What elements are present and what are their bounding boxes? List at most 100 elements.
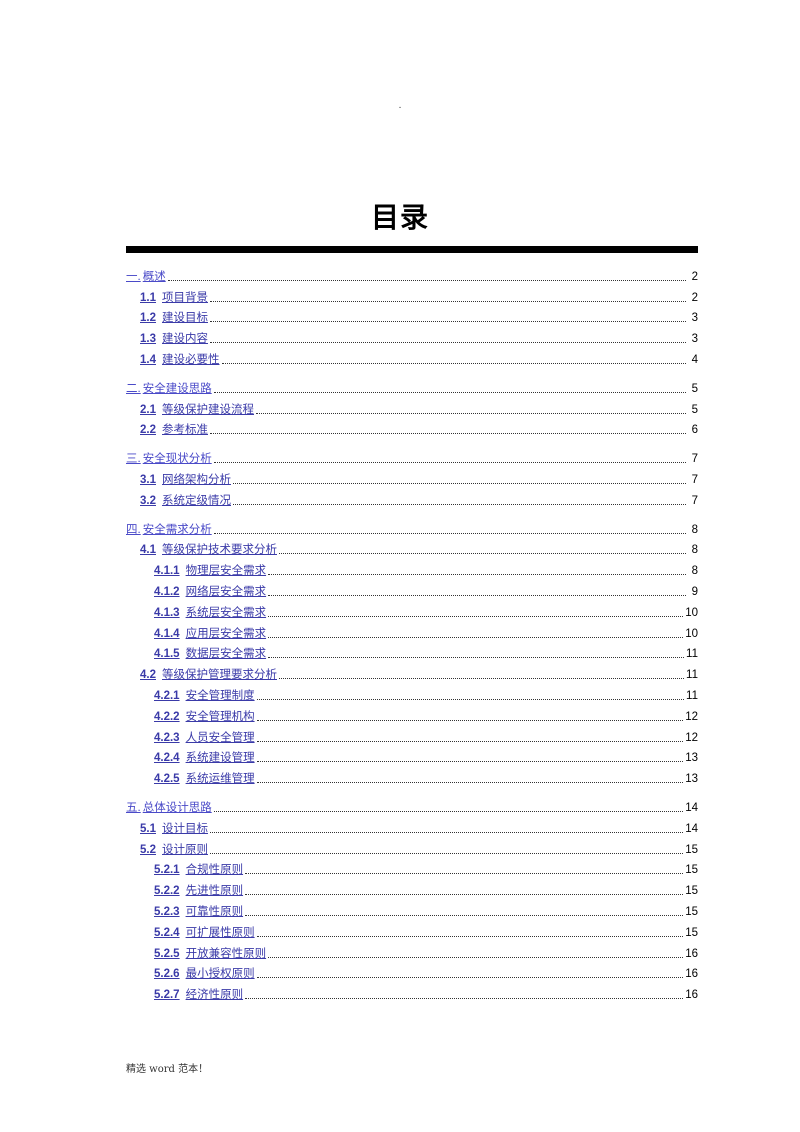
toc-link[interactable]: 二. 安全建设思路 [126, 380, 212, 397]
toc-entry: 5.2 设计原则 15 [126, 837, 698, 858]
toc-entry: 5.2.3 可靠性原则 15 [126, 899, 698, 920]
toc-label: 等级保护管理要求分析 [162, 667, 277, 682]
toc-link[interactable]: 4.1.2 网络层安全需求 [154, 583, 266, 600]
dot-leader [210, 432, 686, 435]
toc-label: 建设目标 [162, 310, 208, 325]
dot-leader [221, 362, 686, 364]
toc-page-number: 12 [685, 731, 698, 744]
toc-label: 系统建设管理 [185, 750, 255, 765]
toc-page-number: 16 [685, 947, 698, 960]
toc-label: 先进性原则 [185, 883, 244, 898]
toc-page-number: 7 [691, 494, 698, 507]
toc-link[interactable]: 5.2.5 开放兼容性原则 [154, 945, 266, 962]
toc-link[interactable]: 4.2.1 安全管理制度 [154, 687, 255, 704]
toc-entry: 4.1.2 网络层安全需求 9 [126, 579, 698, 600]
toc-label: 总体设计思路 [142, 799, 212, 814]
toc-link[interactable]: 5.2 设计原则 [140, 841, 208, 858]
toc-label: 数据层安全需求 [185, 646, 267, 661]
toc-link[interactable]: 一. 概述 [126, 268, 166, 285]
toc-label: 建设内容 [162, 331, 208, 346]
toc-entry: 4.1 等级保护技术要求分析 8 [126, 538, 698, 559]
toc-number: 4.2.2 [154, 710, 180, 723]
toc-label: 项目背景 [162, 289, 208, 304]
toc-link[interactable]: 五. 总体设计思路 [126, 799, 212, 816]
toc-page-number: 2 [691, 270, 698, 283]
toc-label: 网络架构分析 [162, 471, 231, 486]
dot-leader [213, 391, 686, 393]
toc-label: 开放兼容性原则 [185, 945, 267, 960]
toc-link[interactable]: 5.2.4 可扩展性原则 [154, 924, 255, 941]
toc-link[interactable]: 4.2 等级保护管理要求分析 [140, 666, 277, 683]
toc-link[interactable]: 三. 安全现状分析 [126, 450, 212, 467]
toc-link[interactable]: 5.2.3 可靠性原则 [154, 903, 243, 920]
toc-number: 4.1.4 [154, 627, 180, 640]
dot-leader [210, 852, 684, 854]
toc-label: 可扩展性原则 [185, 924, 255, 939]
toc-link[interactable]: 4.2.3 人员安全管理 [154, 729, 255, 746]
toc-link[interactable]: 4.1 等级保护技术要求分析 [140, 541, 277, 558]
toc-link[interactable]: 2.1 等级保护建设流程 [140, 401, 254, 418]
toc-link[interactable]: 1.1 项目背景 [140, 289, 208, 306]
toc-page-number: 10 [685, 627, 698, 640]
toc-link[interactable]: 1.2 建设目标 [140, 309, 208, 326]
toc-number: 4.2.3 [154, 731, 180, 744]
toc-label: 系统层安全需求 [185, 604, 267, 619]
toc-link[interactable]: 5.2.7 经济性原则 [154, 986, 243, 1003]
toc-page-number: 8 [691, 523, 698, 536]
toc-number: 4.1 [140, 544, 156, 557]
toc-number: 5.1 [140, 822, 156, 835]
toc-link[interactable]: 5.1 设计目标 [140, 820, 208, 837]
toc-entry: 1.4 建设必要性 4 [126, 347, 698, 368]
toc-link[interactable]: 四. 安全需求分析 [126, 521, 212, 538]
toc-page-number: 15 [685, 864, 698, 877]
toc-page-number: 13 [685, 752, 698, 765]
toc-number: 5.2.5 [154, 947, 180, 960]
toc-link[interactable]: 5.2.6 最小授权原则 [154, 965, 255, 982]
toc-entry: 5.1 设计目标 14 [126, 816, 698, 837]
toc-link[interactable]: 4.1.4 应用层安全需求 [154, 625, 266, 642]
toc-label: 应用层安全需求 [185, 625, 267, 640]
toc-link[interactable]: 5.2.2 先进性原则 [154, 882, 243, 899]
dot-leader [268, 636, 684, 638]
toc-link[interactable]: 3.2 系统定级情况 [140, 492, 231, 509]
toc-link[interactable]: 1.3 建设内容 [140, 330, 208, 347]
toc-number: 一. [126, 270, 141, 283]
toc-entry: 5.2.1 合规性原则 15 [126, 858, 698, 879]
dot-leader [268, 615, 684, 617]
dot-leader [268, 594, 686, 596]
toc-link[interactable]: 4.1.3 系统层安全需求 [154, 604, 266, 621]
toc-entry: 5.2.2 先进性原则 15 [126, 878, 698, 899]
toc-link[interactable]: 4.2.2 安全管理机构 [154, 708, 255, 725]
toc-page-number: 10 [685, 606, 698, 619]
dot-leader [210, 831, 684, 833]
dot-leader [210, 300, 686, 302]
toc-entry: 4.2.5 系统运维管理 13 [126, 766, 698, 787]
toc-entry: 3.2 系统定级情况 7 [126, 488, 698, 509]
toc-link[interactable]: 4.1.5 数据层安全需求 [154, 645, 266, 662]
toc-label: 设计原则 [162, 841, 208, 856]
toc-link[interactable]: 4.1.1 物理层安全需求 [154, 562, 266, 579]
dot-leader [245, 893, 684, 896]
dot-leader [256, 740, 684, 742]
toc-link[interactable]: 3.1 网络架构分析 [140, 471, 231, 488]
toc-page-number: 14 [685, 822, 698, 835]
toc-label: 设计目标 [162, 820, 208, 835]
toc-number: 4.2.5 [154, 773, 180, 786]
toc-number: 4.2.4 [154, 752, 180, 765]
toc-page-number: 3 [691, 333, 698, 346]
toc-link[interactable]: 4.2.5 系统运维管理 [154, 770, 255, 787]
toc-page-number: 2 [691, 291, 698, 304]
toc-link[interactable]: 1.4 建设必要性 [140, 351, 220, 368]
dot-leader [256, 760, 684, 763]
dot-leader [167, 279, 686, 281]
toc-entry: 1.2 建设目标 3 [126, 306, 698, 327]
toc-page-number: 15 [685, 843, 698, 856]
toc-link[interactable]: 5.2.1 合规性原则 [154, 861, 243, 878]
toc-page-number: 11 [686, 689, 698, 702]
dot-leader [268, 956, 684, 958]
toc-page-number: 13 [685, 773, 698, 786]
toc-entry: 1.3 建设内容 3 [126, 326, 698, 347]
toc-link[interactable]: 4.2.4 系统建设管理 [154, 749, 255, 766]
toc-label: 安全管理机构 [185, 708, 255, 723]
toc-link[interactable]: 2.2 参考标准 [140, 421, 208, 438]
